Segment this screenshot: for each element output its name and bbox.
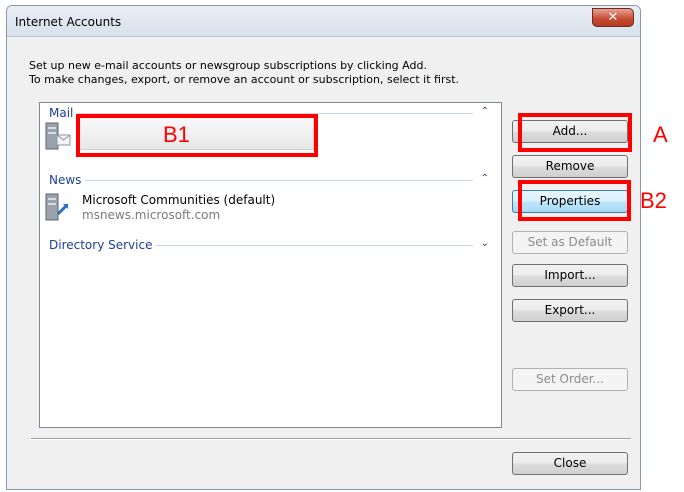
instructions-line-2: To make changes, export, or remove an ac…: [29, 73, 460, 86]
collapse-news-chevron-icon[interactable]: ⌃: [481, 173, 489, 184]
group-label-mail: Mail: [49, 106, 78, 120]
remove-button[interactable]: Remove: [512, 155, 628, 178]
annotation-box-a: [518, 113, 632, 152]
window-title: Internet Accounts: [15, 15, 122, 29]
annotation-label-a: A: [653, 122, 668, 147]
close-window-button[interactable]: ✕: [592, 8, 634, 27]
annotation-box-b1: [76, 114, 318, 157]
mail-server-icon: [45, 122, 71, 150]
set-order-button[interactable]: Set Order...: [512, 368, 628, 391]
expand-directory-service-chevron-icon[interactable]: ⌄: [481, 238, 489, 249]
title-bar: Internet Accounts ✕: [7, 6, 640, 37]
news-server-icon: [45, 193, 69, 221]
annotation-label-b1: B1: [163, 122, 190, 147]
import-button[interactable]: Import...: [512, 264, 628, 287]
dialog-separator: [31, 438, 631, 440]
group-label-directory-service: Directory Service: [49, 238, 157, 252]
internet-accounts-dialog: Internet Accounts ✕ Set up new e-mail ac…: [6, 5, 641, 490]
set-as-default-button[interactable]: Set as Default: [512, 231, 628, 254]
group-header-directory-service[interactable]: Directory Service ⌄: [49, 238, 495, 252]
annotation-box-b2: [518, 180, 631, 221]
annotation-label-b2: B2: [640, 188, 667, 213]
close-button[interactable]: Close: [512, 452, 628, 475]
group-label-news: News: [49, 173, 86, 187]
group-header-news[interactable]: News ⌃: [49, 173, 495, 187]
export-button[interactable]: Export...: [512, 299, 628, 322]
news-account-name: Microsoft Communities (default): [82, 193, 276, 207]
collapse-mail-chevron-icon[interactable]: ⌃: [481, 106, 489, 117]
instructions-line-1: Set up new e-mail accounts or newsgroup …: [29, 59, 427, 72]
news-account-server: msnews.microsoft.com: [82, 208, 221, 222]
